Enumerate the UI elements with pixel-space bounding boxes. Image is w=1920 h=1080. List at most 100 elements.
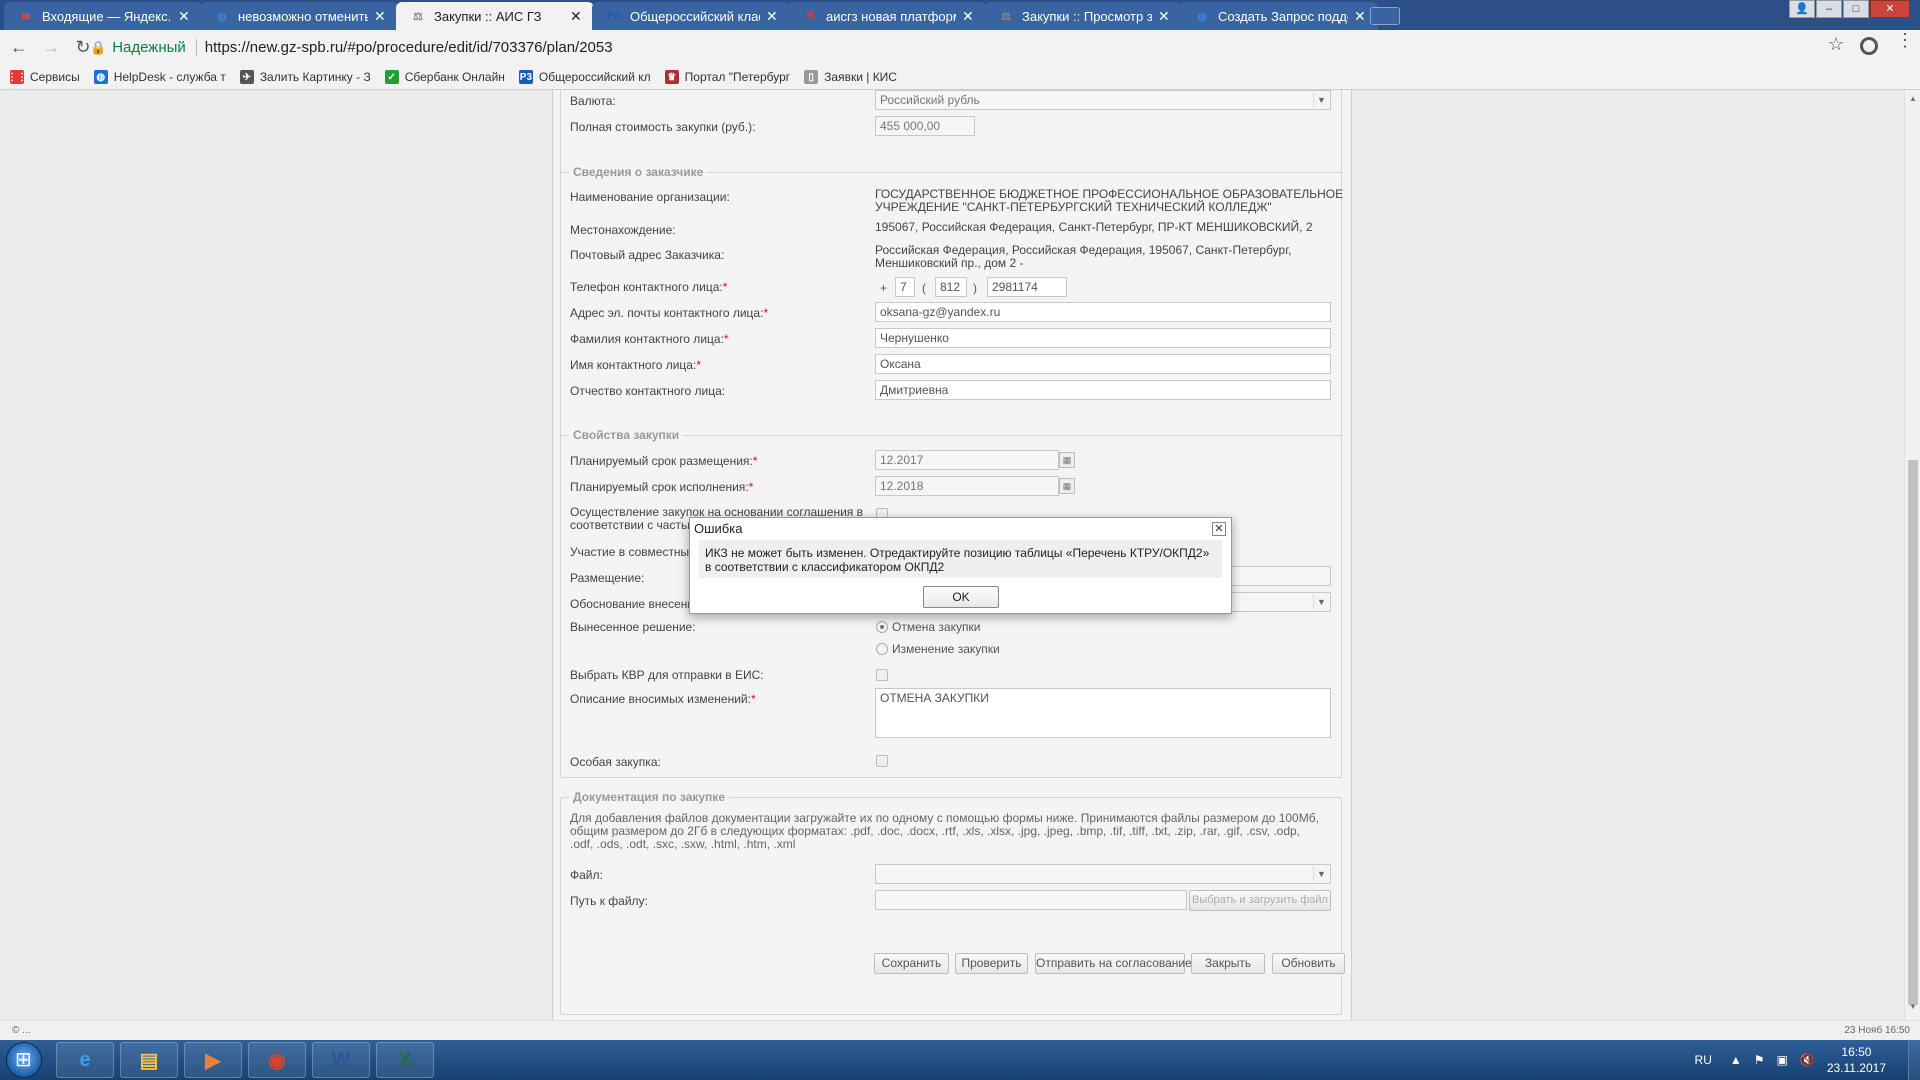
language-indicator[interactable]: RU <box>1695 1053 1712 1067</box>
page-scrollbar[interactable]: ▲ ▼ <box>1904 90 1920 1020</box>
path-field[interactable] <box>875 890 1187 910</box>
browser-tab[interactable]: ✉ Входящие — Яндекс.По ✕ <box>4 2 202 30</box>
volume-muted-icon[interactable]: 🔇 <box>1800 1053 1815 1067</box>
total-cost-field[interactable]: 455 000,00 <box>875 116 975 136</box>
calendar-icon[interactable]: ▦ <box>1059 452 1075 468</box>
email-field[interactable]: oksana-gz@yandex.ru <box>875 302 1331 322</box>
dialog-title: Ошибка <box>694 521 743 536</box>
extension-icon[interactable] <box>1860 37 1878 55</box>
placement-date-field[interactable]: 12.2017 <box>875 450 1059 470</box>
excel-icon[interactable]: X <box>376 1042 434 1078</box>
tab-title: Закупки :: Просмотр за <box>1022 8 1152 24</box>
ie-icon[interactable]: e <box>56 1042 114 1078</box>
show-desktop-button[interactable] <box>1908 1040 1920 1080</box>
browser-tab[interactable]: ⚖ Закупки :: АИС ГЗ ✕ <box>396 2 594 30</box>
dialog-close-button[interactable]: ✕ <box>1212 522 1226 536</box>
close-form-button[interactable]: Закрыть <box>1191 953 1265 974</box>
scroll-up-icon[interactable]: ▲ <box>1909 94 1917 103</box>
calendar-icon[interactable]: ▦ <box>1059 478 1075 494</box>
postal-value: Российская Федерация, Российская Федерац… <box>875 244 1291 270</box>
back-button[interactable]: ← <box>6 35 32 61</box>
tray-expand-icon[interactable]: ▲ <box>1730 1053 1742 1067</box>
close-window-button[interactable]: ✕ <box>1870 0 1910 18</box>
bookmark-item[interactable]: ▯ Заявки | КИС <box>804 70 897 84</box>
word-icon[interactable]: W <box>312 1042 370 1078</box>
save-button[interactable]: Сохранить <box>874 953 949 974</box>
tab-close-icon[interactable]: ✕ <box>1158 8 1172 25</box>
emblem-icon: ♛ <box>664 70 679 84</box>
browser-tab[interactable]: Яаисгз новая платформа ✕ <box>788 2 986 30</box>
bookmark-item[interactable]: ♛ Портал "Петербург <box>664 70 790 84</box>
status-right: 23 Нояб 16:50 <box>1844 1025 1910 1036</box>
browser-tab[interactable]: ⚖ Закупки :: Просмотр за ✕ <box>984 2 1182 30</box>
currency-select[interactable]: Российский рубль ▼ <box>875 90 1331 110</box>
chrome-icon[interactable]: ◉ <box>248 1042 306 1078</box>
bookmark-item[interactable]: ⋮⋮ Сервисы <box>10 70 80 84</box>
decision-radio-cancel[interactable] <box>876 621 888 633</box>
check-button[interactable]: Проверить <box>955 953 1028 974</box>
dialog-message-line1: ИКЗ не может быть изменен. Отредактируйт… <box>705 546 1210 560</box>
bookmark-item[interactable]: ✓ Сбербанк Онлайн <box>384 70 505 84</box>
lastname-field[interactable]: Чернушенко <box>875 328 1331 348</box>
media-player-icon[interactable]: ▶ <box>184 1042 242 1078</box>
dialog-ok-button[interactable]: OK <box>923 586 999 608</box>
special-procurement-checkbox[interactable] <box>876 755 888 767</box>
menu-icon[interactable]: ⋮ <box>1896 31 1914 49</box>
file-select[interactable]: ▼ <box>875 864 1331 884</box>
tab-close-icon[interactable]: ✕ <box>1354 8 1368 25</box>
action-center-icon[interactable]: ⚑ <box>1754 1053 1765 1067</box>
tab-close-icon[interactable]: ✕ <box>374 8 388 25</box>
required-mark: * <box>752 454 758 468</box>
patronymic-field[interactable]: Дмитриевна <box>875 380 1331 400</box>
tab-close-icon[interactable]: ✕ <box>962 8 976 25</box>
network-icon[interactable]: ▣ <box>1777 1053 1788 1067</box>
upload-file-button[interactable]: Выбрать и загрузить файл <box>1189 890 1331 911</box>
send-for-approval-button[interactable]: Отправить на согласование <box>1035 953 1192 974</box>
lastname-label: Фамилия контактного лица:* <box>570 332 729 346</box>
firstname-field[interactable]: Оксана <box>875 354 1331 374</box>
joint-procurement-label: Участие в совместных <box>570 545 696 559</box>
refresh-button[interactable]: Обновить <box>1272 953 1345 974</box>
tab-title: Закупки :: АИС ГЗ <box>434 8 542 24</box>
start-button[interactable] <box>6 1042 42 1078</box>
new-tab-button[interactable] <box>1370 7 1400 25</box>
minimize-button[interactable]: – <box>1816 0 1842 18</box>
postal-line2: Меншиковский пр., дом 2 - <box>875 256 1024 270</box>
required-mark: * <box>723 332 729 346</box>
browser-tab[interactable]: P3 Общероссийский класс ✕ <box>592 2 790 30</box>
user-icon[interactable]: 👤 <box>1789 0 1815 18</box>
kvr-checkbox[interactable] <box>876 669 888 681</box>
changes-textarea[interactable]: ОТМЕНА ЗАКУПКИ <box>875 688 1331 738</box>
browser-tab[interactable]: ◍ невозможно отменить ✕ <box>200 2 398 30</box>
scroll-down-icon[interactable]: ▼ <box>1909 1002 1917 1011</box>
execution-date-field[interactable]: 12.2018 <box>875 476 1059 496</box>
url-text[interactable]: https://new.gz-spb.ru/#po/procedure/edit… <box>205 39 613 56</box>
tab-close-icon[interactable]: ✕ <box>178 8 192 25</box>
star-icon[interactable]: ☆ <box>1828 34 1844 55</box>
tab-close-icon[interactable]: ✕ <box>766 8 780 25</box>
phone-country-field[interactable]: 7 <box>895 277 915 297</box>
bookmark-item[interactable]: ◍ HelpDesk - служба т <box>93 70 226 84</box>
required-mark: * <box>763 306 769 320</box>
bookmark-item[interactable]: ✈ Залить Картинку - З <box>239 70 371 84</box>
error-dialog: Ошибка ✕ ИКЗ не может быть изменен. Отре… <box>689 517 1232 614</box>
forward-button[interactable]: → <box>38 35 64 61</box>
bookmark-item[interactable]: P3 Общероссийский кл <box>518 70 651 84</box>
chevron-down-icon: ▼ <box>1313 866 1329 882</box>
execution-date-label-text: Планируемый срок исполнения: <box>570 480 749 494</box>
firstname-label: Имя контактного лица:* <box>570 358 701 372</box>
phone-code-field[interactable]: 812 <box>935 277 967 297</box>
execution-date-value: 12.2018 <box>880 479 924 493</box>
lock-icon: 🔒 <box>90 39 107 55</box>
clock[interactable]: 16:50 23.11.2017 <box>1827 1044 1886 1076</box>
maximize-button[interactable]: □ <box>1843 0 1869 18</box>
browser-tab[interactable]: ◍ Создать Запрос подде ✕ <box>1180 2 1378 30</box>
explorer-icon[interactable]: ▤ <box>120 1042 178 1078</box>
decision-radio-change[interactable] <box>876 643 888 655</box>
phone-number-field[interactable]: 2981174 <box>987 277 1067 297</box>
tab-close-icon[interactable]: ✕ <box>570 8 584 25</box>
status-left: © ... <box>12 1025 31 1036</box>
scrollbar-thumb[interactable] <box>1908 460 1918 1005</box>
address-bar[interactable]: 🔒 Надежный https://new.gz-spb.ru/#po/pro… <box>90 34 1850 61</box>
reload-icon: ↻ <box>75 37 91 57</box>
